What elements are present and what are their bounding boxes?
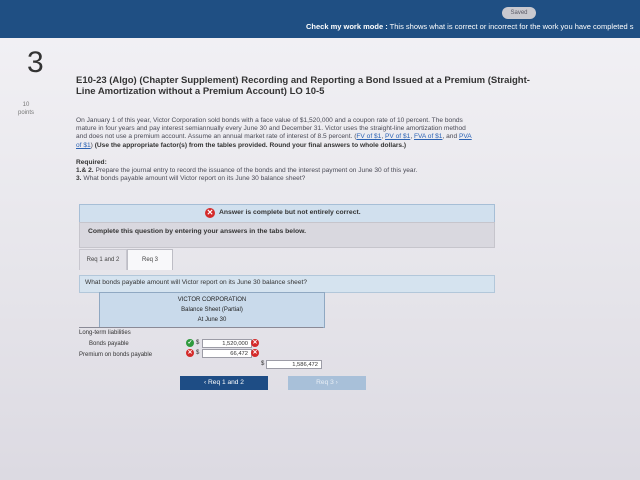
premium-input[interactable]: 66,472: [202, 349, 252, 358]
balance-sheet-header: VICTOR CORPORATION Balance Sheet (Partia…: [99, 292, 325, 328]
answer-status-banner: ✕ Answer is complete but not entirely co…: [79, 204, 495, 223]
body-line3: and does not use a premium account. Assu…: [76, 133, 472, 141]
total-dollar: $: [261, 361, 265, 367]
prev-tab-label: Req 1 and 2: [208, 379, 244, 386]
tab-req-1-and-2[interactable]: Req 1 and 2: [79, 249, 127, 270]
question-title: E10-23 (Algo) (Chapter Supplement) Recor…: [76, 75, 536, 97]
tab-question-bar: What bonds payable amount will Victor re…: [79, 275, 495, 293]
and-text: and: [446, 133, 458, 141]
link-fva-of-1[interactable]: FVA of $1: [414, 133, 442, 140]
statement-date: At June 30: [197, 317, 227, 323]
points-indicator: 10 points: [18, 101, 34, 117]
body-line3-text: and does not use a premium account. Assu…: [76, 133, 353, 141]
instructions-text: Complete this question by entering your …: [88, 228, 307, 235]
error-icon: ✕: [251, 339, 259, 347]
required-item-1-2-text: Prepare the journal entry to record the …: [95, 167, 418, 175]
premium-label: Premium on bonds payable: [79, 352, 153, 358]
check-mode-description: This shows what is correct or incorrect …: [387, 22, 634, 31]
required-item-3: 3. What bonds payable amount will Victor…: [76, 175, 516, 183]
statement-title: Balance Sheet (Partial): [181, 307, 243, 313]
required-label: Required:: [76, 159, 107, 166]
bonds-payable-label: Bonds payable: [89, 341, 129, 347]
error-icon: ✕: [186, 349, 194, 357]
check-icon: ✓: [186, 339, 194, 347]
tab-req-3[interactable]: Req 3: [127, 249, 173, 270]
body-line1: On January 1 of this year, Victor Corpor…: [76, 117, 463, 124]
required-item-3-num: 3.: [76, 175, 82, 183]
premium-dollar: $: [196, 350, 200, 356]
question-title-line1: E10-23 (Algo) (Chapter Supplement) Recor…: [76, 75, 530, 86]
question-number: 3: [27, 46, 44, 79]
error-icon: ✕: [205, 208, 215, 218]
body-line2: mature in four years and pay interest se…: [76, 125, 466, 133]
bonds-payable-dollar: $: [196, 340, 200, 346]
total-input[interactable]: 1,586,472: [266, 360, 322, 369]
saved-indicator: Saved: [502, 7, 536, 19]
question-body: On January 1 of this year, Victor Corpor…: [76, 117, 536, 150]
check-mode-label: Check my work mode :: [306, 22, 388, 31]
points-value: 10: [22, 102, 30, 108]
points-label: points: [18, 110, 35, 116]
link-pva-of-1[interactable]: of $1: [76, 142, 91, 149]
required-item-3-text: What bonds payable amount will Victor re…: [83, 175, 306, 183]
rounding-instruction: (Use the appropriate factor(s) from the …: [94, 141, 407, 149]
question-title-line2: Line Amortization without a Premium Acco…: [76, 86, 325, 97]
chevron-right-icon: ›: [333, 379, 338, 386]
prev-tab-button[interactable]: ‹ Req 1 and 2: [180, 376, 268, 390]
link-pva[interactable]: PVA: [459, 133, 472, 140]
instructions-panel: Complete this question by entering your …: [79, 222, 495, 248]
link-pv-of-1[interactable]: PV of $1: [385, 133, 410, 140]
required-item-1-2-num: 1.& 2.: [76, 167, 94, 175]
error-icon: ✕: [251, 349, 259, 357]
company-name: VICTOR CORPORATION: [177, 297, 247, 303]
required-item-1-2: 1.& 2. Prepare the journal entry to reco…: [76, 167, 516, 175]
next-tab-button[interactable]: Req 3 ›: [288, 376, 366, 390]
required-section: Required: 1.& 2. Prepare the journal ent…: [76, 159, 516, 184]
next-tab-label: Req 3: [316, 379, 334, 386]
tab-question-text: What bonds payable amount will Victor re…: [85, 279, 308, 286]
link-fv-of-1[interactable]: FV of $1: [356, 133, 381, 140]
top-bar: Saved Check my work mode : This shows wh…: [0, 0, 640, 38]
answer-status-text: Answer is complete but not entirely corr…: [219, 209, 361, 216]
section-label: Long-term liabilities: [79, 330, 131, 336]
check-mode-banner: Check my work mode : This shows what is …: [306, 22, 634, 31]
body-line4: of $1) (Use the appropriate factor(s) fr…: [76, 141, 407, 149]
bonds-payable-input[interactable]: 1,520,000: [202, 339, 252, 348]
